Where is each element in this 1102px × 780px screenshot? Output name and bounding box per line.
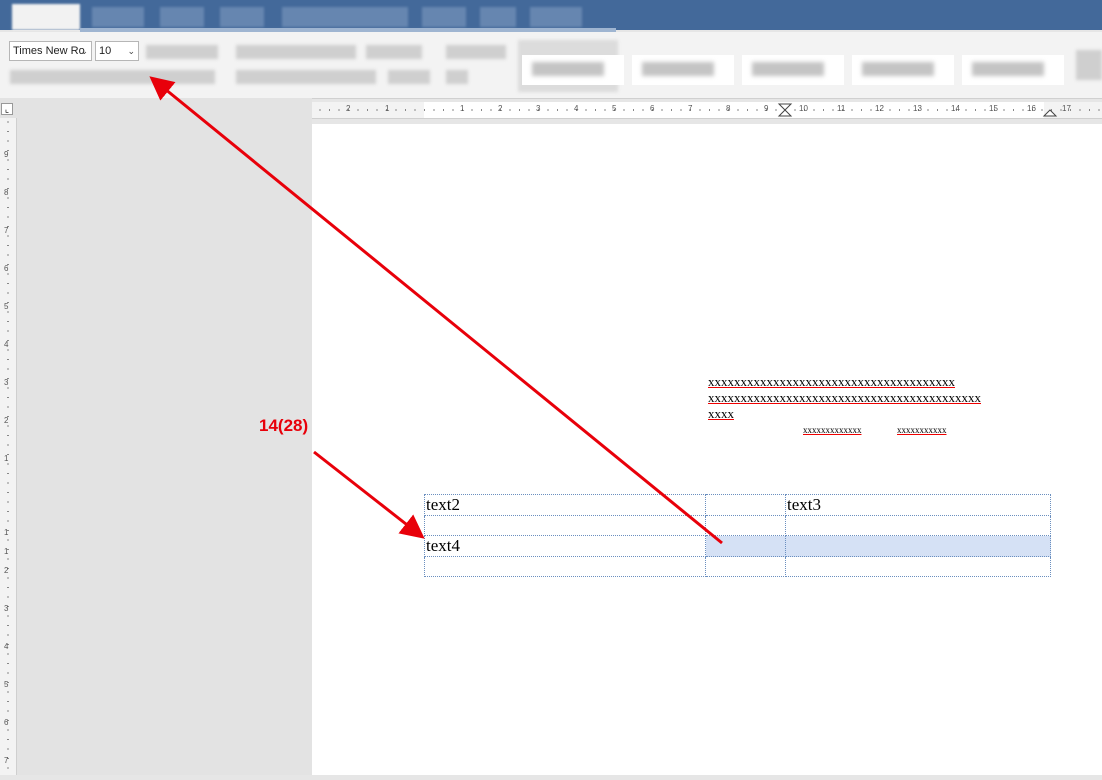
arrow-to-font-size	[149, 76, 723, 545]
annotation-arrows	[149, 76, 723, 545]
annotation-label: 14(28)	[259, 416, 309, 435]
arrow-to-table-row	[313, 450, 425, 539]
